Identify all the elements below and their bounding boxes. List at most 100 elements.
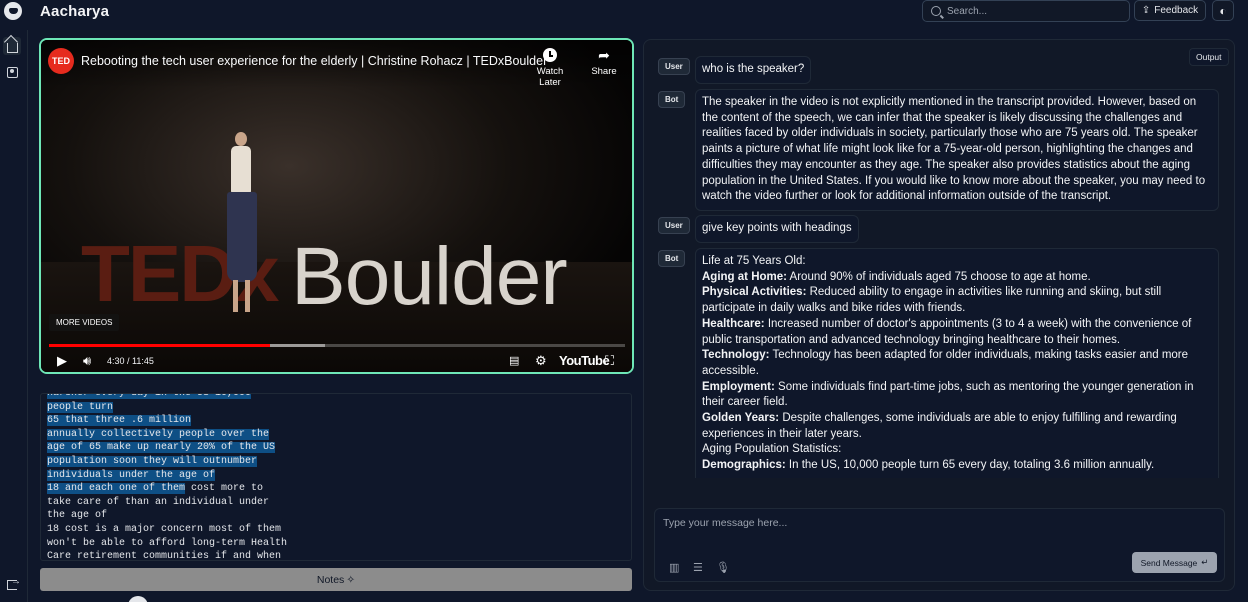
app-title: Aacharya (40, 3, 110, 20)
video-title[interactable]: Rebooting the tech user experience for t… (81, 54, 547, 68)
speaker-figure (221, 132, 261, 322)
key-point-text: In the US, 10,000 people turn 65 every d… (785, 459, 1155, 472)
key-point-heading: Technology: (702, 349, 770, 362)
fullscreen-icon[interactable]: ⛶ (605, 354, 614, 367)
transcript-line: 18 cost is a major concern most of them (47, 523, 625, 537)
key-point: Employment: Some individuals find part-t… (702, 380, 1212, 411)
sidebar-item-profile[interactable] (3, 63, 21, 81)
message-bubble: who is the speaker? (695, 56, 812, 84)
transcript-text: Care retirement communities if and when (47, 551, 282, 561)
transcript-line: Care retirement communities if and when (47, 550, 625, 561)
watch-later-label: Watch Later (536, 66, 564, 88)
clock-icon (543, 48, 557, 62)
channel-logo[interactable]: TED (48, 48, 74, 74)
highlighted-text: population soon they will outnumber (47, 455, 258, 467)
role-tag: Bot (658, 91, 686, 108)
sparkle-icon: ✧ (346, 573, 356, 586)
key-point-text: Aging Population Statistics: (702, 443, 842, 456)
transcript-text: cost more to (185, 483, 264, 495)
key-point: Technology: Technology has been adapted … (702, 348, 1212, 379)
key-point-text: Some individuals find part-time jobs, su… (702, 380, 1194, 409)
key-point: Life at 75 Years Old: (702, 254, 1212, 270)
chat-messages[interactable]: Output User who is the speaker? Bot The … (644, 40, 1234, 478)
send-label: Send Message (1140, 557, 1198, 568)
graduation-cap-icon[interactable] (4, 2, 22, 20)
send-message-button[interactable]: Send Message ↵ (1132, 552, 1217, 573)
highlighted-text: harsher every day in the US 10,000 (47, 394, 252, 399)
message-bubble: Life at 75 Years Old: Aging at Home: Arou… (695, 248, 1219, 478)
list-icon[interactable]: ☰ (693, 561, 703, 574)
output-badge[interactable]: Output (1189, 48, 1229, 66)
youtube-logo[interactable]: YouTube (559, 353, 610, 368)
share-out-icon: ⇪ (1141, 5, 1151, 16)
transcript-text: take care of than an individual under (47, 496, 270, 508)
transcript-panel[interactable]: harsher every day in the US 10,000 people… (40, 393, 632, 561)
play-icon[interactable]: ▶ (57, 354, 67, 367)
transcript-text: 18 cost is a major concern most of them (47, 523, 282, 535)
avatar[interactable] (128, 596, 148, 602)
logout-icon (7, 576, 21, 590)
progress-fill (49, 344, 270, 347)
key-point-heading: Demographics: (702, 459, 786, 472)
home-icon (6, 42, 18, 53)
transcript-lines: harsher every day in the US 10,000 people… (47, 394, 625, 561)
transcript-line: 18 and each one of them cost more to (47, 482, 625, 496)
role-tag: User (658, 217, 690, 234)
theme-toggle-button[interactable]: ◐ (1212, 0, 1234, 21)
more-videos-button[interactable]: MORE VIDEOS (49, 314, 120, 331)
role-tag: User (658, 58, 690, 75)
message-bubble: The speaker in the video is not explicit… (695, 89, 1219, 211)
sidebar-toggle-icon[interactable]: ▥ (669, 561, 679, 574)
enter-icon: ↵ (1201, 557, 1209, 567)
sidebar-item-logout[interactable] (3, 576, 21, 594)
search-icon (931, 6, 941, 16)
transcript-line: population soon they will outnumber (47, 455, 625, 469)
search-input[interactable] (947, 5, 1117, 17)
video-player[interactable]: TEDx Boulder TED Rebooting the tech user… (39, 38, 634, 374)
transcript-line: annually collectively people over the (47, 428, 625, 442)
transcript-line: age of 65 make up nearly 20% of the US (47, 441, 625, 455)
feedback-label: Feedback (1154, 5, 1199, 16)
key-point: Demographics: In the US, 10,000 people t… (702, 458, 1212, 474)
captions-icon[interactable]: ▤ (509, 355, 519, 368)
time-readout: 4:30 / 11:45 (107, 356, 154, 366)
highlighted-text: people turn (47, 401, 114, 413)
key-point-text: Technology has been adapted for older in… (702, 349, 1189, 377)
key-point-heading: Employment: (702, 380, 775, 393)
message-input[interactable] (663, 517, 1213, 539)
microphone-icon[interactable]: 🎙︎ (716, 561, 730, 574)
transcript-line: take care of than an individual under (47, 496, 625, 510)
key-point: Aging Population Statistics: (702, 442, 1212, 458)
sidebar-item-home[interactable] (3, 37, 21, 55)
share-button[interactable]: ➦ Share (589, 48, 619, 77)
key-point: Physical Activities: Reduced ability to … (702, 285, 1212, 316)
role-tag: Bot (658, 250, 686, 267)
stage-word: Boulder (291, 231, 568, 322)
transcript-line: harsher every day in the US 10,000 (47, 394, 625, 401)
highlighted-text: age of 65 make up nearly 20% of the US (47, 442, 276, 454)
watch-later-button[interactable]: Watch Later (525, 48, 575, 88)
key-point: Healthcare: Increased number of doctor's… (702, 317, 1212, 348)
top-bar: Aacharya ⇪ Feedback ◐ (0, 0, 1248, 24)
volume-icon[interactable]: 🔊︎ (83, 354, 91, 367)
feedback-button[interactable]: ⇪ Feedback (1134, 0, 1206, 21)
share-arrow-icon: ➦ (598, 47, 610, 63)
key-point-heading: Golden Years: (702, 412, 780, 425)
key-point-heading: Physical Activities: (702, 286, 807, 299)
highlighted-text: annually collectively people over the (47, 428, 270, 440)
transcript-line: the age of (47, 509, 625, 523)
key-point-heading: Healthcare: (702, 317, 765, 330)
moon-sun-icon: ◐ (1219, 3, 1227, 18)
key-point: Golden Years: Despite challenges, some i… (702, 411, 1212, 442)
progress-bar[interactable] (49, 344, 625, 347)
key-point-text: Around 90% of individuals aged 75 choose… (786, 270, 1091, 283)
search-box[interactable] (922, 0, 1130, 22)
profile-icon (6, 66, 18, 78)
settings-gear-icon[interactable]: ⚙ (535, 354, 547, 367)
key-point-text: Increased number of doctor's appointment… (702, 317, 1192, 346)
highlighted-text: 65 that three .6 million (47, 415, 192, 427)
notes-button[interactable]: Notes ✧ (40, 568, 632, 591)
message-bubble: give key points with headings (695, 215, 859, 243)
share-label: Share (591, 66, 617, 77)
key-point-text: Life at 75 Years Old: (702, 255, 806, 267)
